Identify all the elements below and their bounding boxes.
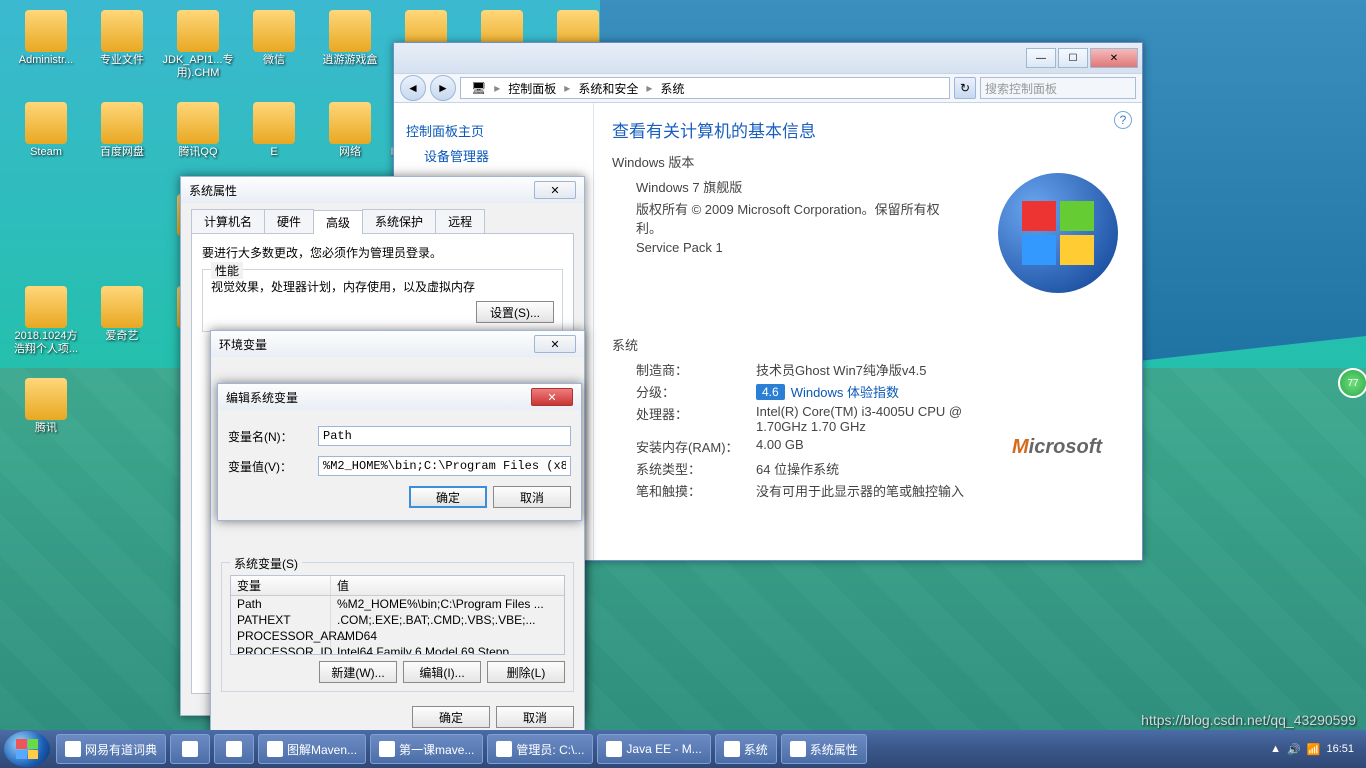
taskbar-item[interactable]: 管理员: C:\... [487, 734, 593, 764]
desktop-icon[interactable]: 腾讯 [8, 376, 84, 464]
minimize-button[interactable]: — [1026, 48, 1056, 68]
desktop-icon[interactable]: 逍游游戏盒 [312, 8, 388, 96]
refresh-button[interactable]: ↻ [954, 77, 976, 99]
sidebar-control-panel-home[interactable]: 控制面板主页 [406, 121, 581, 140]
desktop-icon[interactable]: 腾讯QQ [160, 100, 236, 188]
desktop-icon[interactable]: 专业文件 [84, 8, 160, 96]
table-row[interactable]: PROCESSOR_IDIntel64 Family 6 Model 69 St… [231, 644, 564, 655]
taskbar-item[interactable] [214, 734, 254, 764]
section-windows-edition: Windows 版本 [612, 152, 1124, 171]
taskbar-item[interactable]: 网易有道词典 [56, 734, 166, 764]
search-input[interactable]: 搜索控制面板 [980, 77, 1136, 99]
back-button[interactable]: ◄ [400, 75, 426, 101]
microsoft-logo-icon: Microsoft [1012, 436, 1122, 464]
close-button[interactable]: ✕ [531, 388, 573, 406]
performance-group: 性能 视觉效果，处理器计划，内存使用，以及虚拟内存 设置(S)... [202, 269, 563, 332]
tab-advanced[interactable]: 高级 [313, 210, 363, 234]
explorer-content: 查看有关计算机的基本信息 Windows 版本 Windows 7 旗舰版 版权… [594, 103, 1142, 560]
desktop-icon[interactable]: E [236, 100, 312, 188]
dialog-title: 系统属性 [189, 182, 237, 199]
desktop-icon[interactable]: 网络 [312, 100, 388, 188]
desktop-icon[interactable]: 百度网盘 [84, 100, 160, 188]
watermark: https://blog.csdn.net/qq_43290599 [1141, 712, 1356, 728]
performance-settings-button[interactable]: 设置(S)... [476, 301, 554, 323]
start-button[interactable] [4, 731, 50, 767]
table-row[interactable]: Path%M2_HOME%\bin;C:\Program Files ... [231, 596, 564, 612]
cancel-button[interactable]: 取消 [493, 486, 571, 508]
desktop-icon[interactable]: JDK_API1...专用).CHM [160, 8, 236, 96]
taskbar-item[interactable]: 系统属性 [781, 734, 867, 764]
section-system: 系统 [612, 335, 1124, 354]
new-var-button[interactable]: 新建(W)... [319, 661, 397, 683]
taskbar-item[interactable] [170, 734, 210, 764]
desktop-icon[interactable]: Administr... [8, 8, 84, 96]
system-variables-group: 系统变量(S) 变量值 Path%M2_HOME%\bin;C:\Program… [221, 562, 574, 692]
sidebar-device-manager[interactable]: 设备管理器 [424, 146, 581, 165]
explorer-titlebar[interactable]: — ☐ ✕ [394, 43, 1142, 73]
admin-note: 要进行大多数更改，您必须作为管理员登录。 [202, 244, 563, 261]
var-name-label: 变量名(N)： [228, 428, 318, 445]
desktop-icon[interactable]: 爱奇艺 [84, 284, 160, 372]
windows-logo-icon [998, 173, 1118, 293]
taskbar-item[interactable]: Java EE - M... [597, 734, 710, 764]
system-tray[interactable]: ▲ 🔊 📶 16:51 [1262, 743, 1362, 756]
var-name-input[interactable] [318, 426, 571, 446]
system-variables-table[interactable]: 变量值 Path%M2_HOME%\bin;C:\Program Files .… [230, 575, 565, 655]
tab-hardware[interactable]: 硬件 [264, 209, 314, 233]
delete-var-button[interactable]: 删除(L) [487, 661, 565, 683]
tabs: 计算机名 硬件 高级 系统保护 远程 [191, 209, 574, 234]
table-row[interactable]: PROCESSOR_AR...AMD64 [231, 628, 564, 644]
taskbar: 网易有道词典 图解Maven...第一课mave...管理员: C:\...Jav… [0, 730, 1366, 768]
tab-system-protection[interactable]: 系统保护 [362, 209, 436, 233]
tab-computer-name[interactable]: 计算机名 [191, 209, 265, 233]
page-heading: 查看有关计算机的基本信息 [612, 117, 1124, 142]
taskbar-item[interactable]: 图解Maven... [258, 734, 366, 764]
table-row[interactable]: PATHEXT.COM;.EXE;.BAT;.CMD;.VBS;.VBE;... [231, 612, 564, 628]
edit-var-button[interactable]: 编辑(I)... [403, 661, 481, 683]
desktop-icon[interactable]: Steam [8, 100, 84, 188]
close-button[interactable]: ✕ [534, 181, 576, 199]
var-value-input[interactable] [318, 456, 571, 476]
tray-icon[interactable]: 📶 [1307, 743, 1321, 756]
var-value-label: 变量值(V)： [228, 458, 318, 475]
experience-index-link[interactable]: Windows 体验指数 [791, 382, 899, 401]
tray-icon[interactable]: 🔊 [1287, 743, 1301, 756]
ok-button[interactable]: 确定 [409, 486, 487, 508]
breadcrumb[interactable]: 🖥▸ 控制面板▸ 系统和安全▸ 系统 [460, 77, 950, 99]
dialog-title: 环境变量 [219, 336, 267, 353]
maximize-button[interactable]: ☐ [1058, 48, 1088, 68]
tray-icon[interactable]: ▲ [1270, 743, 1281, 755]
close-button[interactable]: ✕ [534, 335, 576, 353]
close-button[interactable]: ✕ [1090, 48, 1138, 68]
taskbar-item[interactable]: 系统 [715, 734, 777, 764]
ok-button[interactable]: 确定 [412, 706, 490, 728]
forward-button[interactable]: ► [430, 75, 456, 101]
clock[interactable]: 16:51 [1326, 743, 1354, 755]
tab-remote[interactable]: 远程 [435, 209, 485, 233]
cancel-button[interactable]: 取消 [496, 706, 574, 728]
dialog-title: 编辑系统变量 [226, 389, 298, 406]
desktop-icon[interactable]: 微信 [236, 8, 312, 96]
edit-system-variable-dialog: 编辑系统变量 ✕ 变量名(N)： 变量值(V)： 确定 取消 [217, 383, 582, 521]
taskbar-item[interactable]: 第一课mave... [370, 734, 483, 764]
address-bar: ◄ ► 🖥▸ 控制面板▸ 系统和安全▸ 系统 ↻ 搜索控制面板 [394, 73, 1142, 103]
desktop-icon[interactable]: 2018.1024方浩翔个人项... [8, 284, 84, 372]
